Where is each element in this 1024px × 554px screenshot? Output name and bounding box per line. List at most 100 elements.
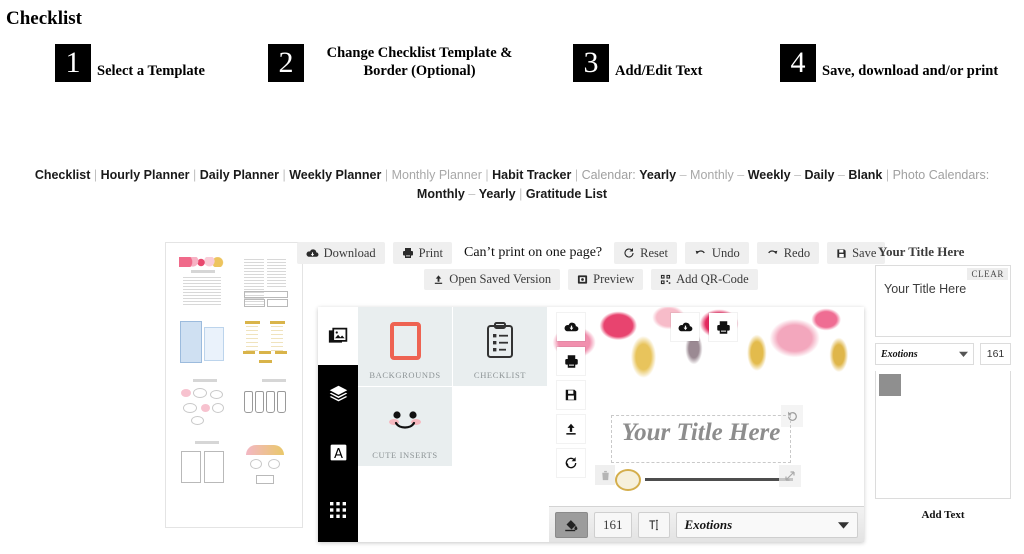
nav-link[interactable]: Yearly bbox=[479, 187, 516, 201]
nav-link[interactable]: Blank bbox=[848, 168, 882, 182]
step-3: 3 Add/Edit Text bbox=[573, 44, 702, 82]
open-saved-version-label: Open Saved Version bbox=[449, 272, 552, 286]
add-qr-code-button[interactable]: Add QR-Code bbox=[651, 269, 758, 290]
category-cute-inserts-label: CUTE INSERTS bbox=[372, 450, 438, 460]
nav-link[interactable]: Weekly bbox=[748, 168, 791, 182]
nav-link[interactable]: Weekly Planner bbox=[289, 168, 381, 182]
nav-link[interactable]: Monthly bbox=[417, 187, 465, 201]
template-thumbnail[interactable] bbox=[235, 313, 296, 371]
template-thumbnail[interactable] bbox=[172, 253, 233, 311]
canvas-overlay-download-button[interactable] bbox=[671, 313, 699, 341]
sidebar-item-text[interactable]: A bbox=[318, 423, 358, 481]
sidebar-item-images[interactable] bbox=[318, 307, 358, 365]
title-text-field[interactable]: CLEAR Your Title Here bbox=[875, 265, 1011, 337]
step-3-label: Add/Edit Text bbox=[615, 62, 703, 79]
step-4-label: Save, download and/or print bbox=[822, 62, 999, 79]
step-3-number: 3 bbox=[573, 44, 609, 82]
printer-icon bbox=[402, 247, 414, 259]
frame-icon bbox=[389, 321, 421, 360]
panel-font-select[interactable]: Exotions bbox=[875, 343, 974, 365]
fill-color-button[interactable] bbox=[555, 511, 588, 538]
redo-button[interactable]: Redo bbox=[756, 242, 820, 264]
canvas-title-text[interactable]: Your Title Here bbox=[611, 419, 791, 447]
nav-link[interactable]: Checklist bbox=[35, 168, 91, 182]
title-text-value: Your Title Here bbox=[884, 282, 967, 296]
category-cute-inserts[interactable]: CUTE INSERTS bbox=[358, 387, 453, 467]
nav-link[interactable]: Yearly bbox=[639, 168, 676, 182]
nav-link[interactable]: Monthly bbox=[690, 168, 734, 182]
template-thumbnail[interactable] bbox=[235, 253, 296, 311]
template-thumbnail[interactable] bbox=[235, 373, 296, 431]
category-checklist[interactable]: CHECKLIST bbox=[453, 307, 548, 387]
template-thumbnail-panel[interactable] bbox=[165, 242, 303, 528]
nav-links: Checklist | Hourly Planner | Daily Plann… bbox=[0, 166, 1024, 204]
reset-button[interactable]: Reset bbox=[614, 242, 677, 264]
clear-button[interactable]: CLEAR bbox=[967, 268, 1008, 280]
font-controls: Exotions 161 bbox=[875, 343, 1011, 365]
redo-icon bbox=[766, 248, 779, 259]
color-swatch-area bbox=[875, 371, 1011, 499]
add-text-button[interactable]: Add Text bbox=[875, 509, 1011, 521]
template-thumbnail[interactable] bbox=[172, 433, 233, 491]
preview-label: Preview bbox=[593, 272, 635, 286]
layers-icon bbox=[328, 384, 349, 405]
redo-label: Redo bbox=[783, 245, 811, 260]
template-thumbnail[interactable] bbox=[172, 313, 233, 371]
font-family-select[interactable]: Exotions bbox=[675, 511, 858, 538]
chevron-down-icon bbox=[838, 521, 849, 529]
resize-handle[interactable] bbox=[779, 465, 801, 487]
sidebar-item-grid[interactable] bbox=[318, 481, 358, 539]
sidebar-item-layers[interactable] bbox=[318, 365, 358, 423]
undo-label: Undo bbox=[711, 245, 740, 260]
nav-link[interactable]: Habit Tracker bbox=[492, 168, 571, 182]
canvas-save-button[interactable] bbox=[557, 381, 585, 409]
grid-icon bbox=[329, 501, 347, 519]
text-style-button[interactable] bbox=[637, 511, 670, 538]
nav-link[interactable]: Hourly Planner bbox=[101, 168, 190, 182]
open-saved-version-button[interactable]: Open Saved Version bbox=[424, 269, 561, 290]
nav-link[interactable]: Gratitude List bbox=[526, 187, 607, 201]
toolbar-row-2: Open Saved Version Preview Add QR-Code bbox=[318, 269, 864, 290]
design-canvas[interactable]: Your Title Here 161 Exotions bbox=[549, 307, 864, 542]
nav-link[interactable]: Daily bbox=[805, 168, 835, 182]
step-2: 2 Change Checklist Template & Border (Op… bbox=[268, 44, 527, 82]
download-button[interactable]: Download bbox=[296, 242, 385, 264]
font-family-value: Exotions bbox=[684, 516, 733, 532]
step-1-label: Select a Template bbox=[97, 62, 205, 79]
undo-button[interactable]: Undo bbox=[684, 242, 749, 264]
nav-separator: – bbox=[737, 168, 745, 182]
nav-separator: | bbox=[384, 168, 389, 182]
cant-print-note[interactable]: Can’t print on one page? bbox=[460, 242, 606, 264]
paint-bucket-icon bbox=[564, 517, 579, 532]
panel-font-size[interactable]: 161 bbox=[980, 343, 1011, 365]
canvas-overlay-print-button[interactable] bbox=[709, 313, 737, 341]
images-icon bbox=[328, 326, 349, 347]
delete-handle[interactable] bbox=[595, 465, 615, 485]
canvas-download-button[interactable] bbox=[557, 313, 585, 341]
nav-separator: | bbox=[193, 168, 197, 182]
nav-separator: | bbox=[885, 168, 890, 182]
template-thumbnail[interactable] bbox=[235, 433, 296, 491]
panel-title: Your Title Here bbox=[878, 244, 965, 259]
color-handle[interactable] bbox=[615, 469, 641, 491]
step-2-label: Change Checklist Template & Border (Opti… bbox=[326, 45, 513, 80]
canvas-refresh-button[interactable] bbox=[557, 449, 585, 477]
category-backgrounds[interactable]: BACKGROUNDS bbox=[358, 307, 453, 387]
print-button[interactable]: Print bbox=[392, 242, 452, 264]
step-4: 4 Save, download and/or print bbox=[780, 44, 998, 82]
canvas-upload-button[interactable] bbox=[557, 415, 585, 443]
nav-link[interactable]: Monthly Planner bbox=[392, 168, 482, 182]
clipboard-icon bbox=[485, 321, 515, 360]
nav-separator: | bbox=[485, 168, 489, 182]
preview-button[interactable]: Preview bbox=[568, 269, 644, 290]
nav-separator: – bbox=[679, 168, 687, 182]
canvas-print-button[interactable] bbox=[557, 347, 585, 375]
nav-link[interactable]: Daily Planner bbox=[200, 168, 279, 182]
qr-icon bbox=[660, 274, 671, 285]
category-pane: BACKGROUNDS CHECKLIST CUTE INSERTS bbox=[358, 307, 549, 542]
template-thumbnail[interactable] bbox=[172, 373, 233, 431]
text-color-swatch[interactable] bbox=[879, 374, 901, 396]
text-cursor-icon bbox=[647, 518, 661, 532]
font-size-button[interactable]: 161 bbox=[594, 511, 632, 538]
floral-background bbox=[549, 307, 864, 425]
